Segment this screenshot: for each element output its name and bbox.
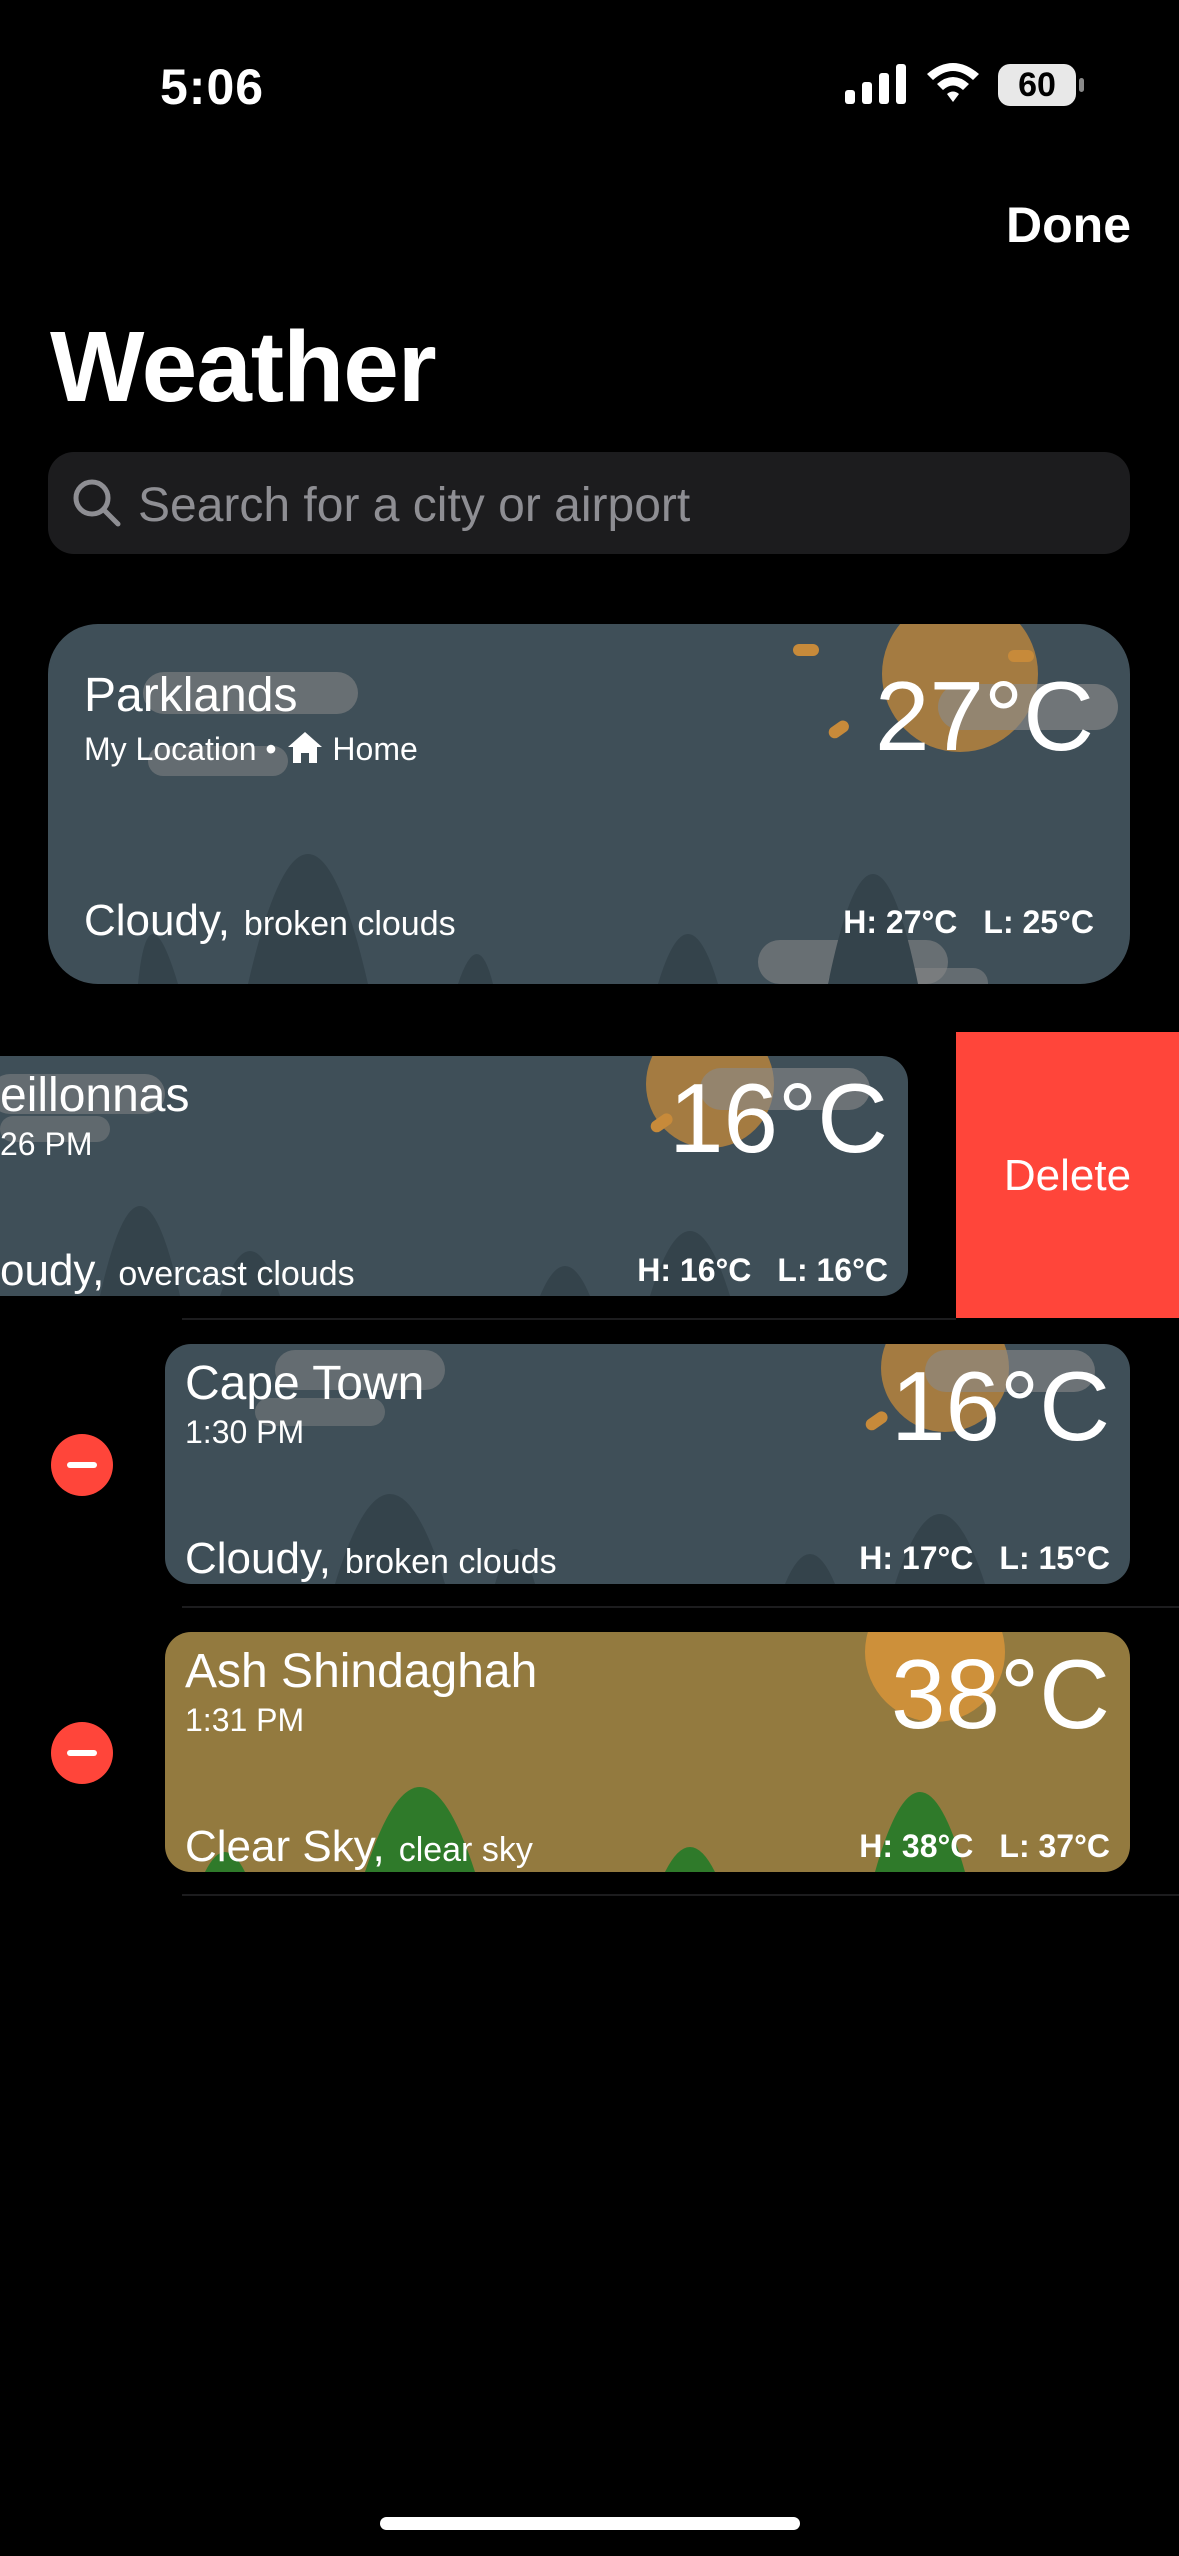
low-temp: L: 25°C [983,904,1094,940]
wifi-icon [927,63,979,102]
high-temp: H: 27°C [843,904,958,940]
condition-label: Cloudy, [185,1534,331,1583]
battery-indicator: 60 [998,64,1084,106]
condition-label: Clear Sky, [185,1822,385,1871]
city-name: Parklands [84,669,298,722]
delete-label: Delete [1003,1151,1132,1200]
city-temperature: 16°C [891,1351,1110,1461]
city-subtitle: My Location • Home [84,730,418,768]
city-time: 1:31 PM [185,1702,305,1738]
page-title: Weather [50,311,437,423]
condition-description: overcast clouds [118,1255,355,1293]
city-card-eillonnas[interactable]: eillonnas 26 PM 16°C oudy, overcast cloud… [0,1056,908,1296]
high-temp: H: 16°C [637,1252,752,1288]
low-temp: L: 16°C [777,1252,888,1288]
high-temp: H: 38°C [859,1828,974,1864]
city-temperature: 16°C [669,1063,888,1173]
city-name: eillonnas [0,1069,190,1122]
condition-description: broken clouds [344,1543,557,1581]
condition-label: oudy, [0,1246,105,1295]
city-card-parklands[interactable]: Parklands My Location • Home 27°C Cloudy… [48,624,1130,984]
search-icon [73,479,121,527]
my-location-label: My Location [84,731,257,767]
remove-city-button[interactable] [51,1722,113,1784]
row-separator [182,1606,1179,1608]
delete-button[interactable]: Delete [956,1032,1179,1318]
status-time: 5:06 [160,59,265,115]
city-temperature: 27°C [875,661,1094,771]
condition-description: clear sky [398,1831,533,1869]
city-condition: oudy, overcast clouds [0,1246,355,1296]
city-time: 26 PM [0,1126,93,1162]
city-high-low: H: 38°C L: 37°C [859,1828,1110,1865]
city-condition: Cloudy, broken clouds [185,1534,557,1584]
cellular-signal-icon [845,64,906,104]
city-high-low: H: 17°C L: 15°C [859,1540,1110,1577]
condition-label: Cloudy, [84,896,230,945]
city-high-low: H: 27°C L: 25°C [843,904,1094,941]
house-icon [287,732,322,763]
search-placeholder: Search for a city or airport [138,479,691,532]
low-temp: L: 37°C [999,1828,1110,1864]
city-condition: Cloudy, broken clouds [84,896,456,946]
row-separator [182,1318,956,1320]
home-label: Home [332,731,418,767]
done-button[interactable]: Done [1006,196,1131,254]
city-time: 1:30 PM [185,1414,305,1450]
search-field[interactable]: Search for a city or airport [48,452,1130,554]
city-card-ash-shindaghah[interactable]: Ash Shindaghah 1:31 PM 38°C Clear Sky, cl… [165,1632,1130,1872]
city-name: Ash Shindaghah [185,1645,538,1698]
remove-city-button[interactable] [51,1434,113,1496]
city-high-low: H: 16°C L: 16°C [637,1252,888,1289]
city-card-cape-town[interactable]: Cape Town 1:30 PM 16°C Cloudy, broken clo… [165,1344,1130,1584]
high-temp: H: 17°C [859,1540,974,1576]
city-condition: Clear Sky, clear sky [185,1822,533,1872]
low-temp: L: 15°C [999,1540,1110,1576]
separator-dot: • [265,731,286,767]
city-name: Cape Town [185,1357,425,1410]
home-indicator[interactable] [380,2517,800,2530]
city-temperature: 38°C [891,1639,1110,1749]
condition-description: broken clouds [243,905,456,943]
row-separator [182,1894,1179,1896]
